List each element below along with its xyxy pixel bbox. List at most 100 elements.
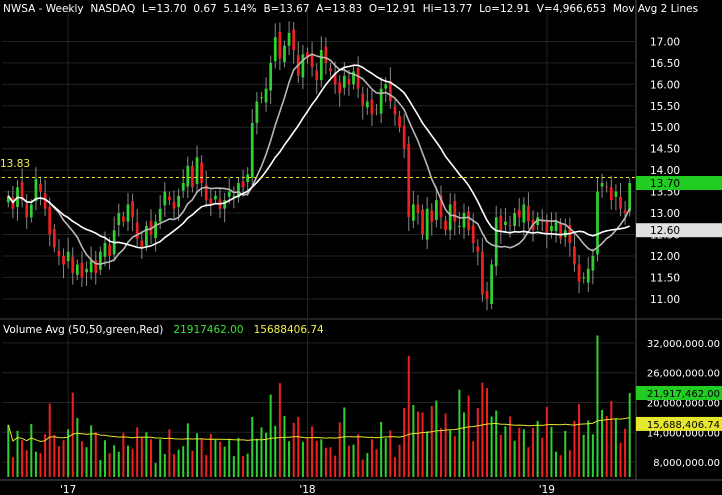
volume-bar bbox=[108, 453, 111, 477]
price-tick-label: 17.00 bbox=[650, 36, 680, 48]
candle-body bbox=[402, 125, 406, 149]
volume-bar bbox=[260, 427, 263, 477]
candle-body bbox=[600, 183, 604, 187]
volume-bar bbox=[555, 451, 558, 477]
candle-body bbox=[121, 216, 125, 222]
candle-body bbox=[559, 223, 563, 239]
volume-bar bbox=[532, 427, 535, 477]
volume-bar bbox=[48, 403, 51, 477]
volume-bar bbox=[311, 426, 314, 477]
volume-bar bbox=[596, 335, 599, 477]
candle-body bbox=[605, 186, 609, 188]
candle-body bbox=[591, 255, 595, 271]
candle-body bbox=[25, 203, 29, 218]
volume-bar bbox=[292, 422, 295, 477]
candle-body bbox=[214, 195, 217, 200]
volume-bar bbox=[573, 420, 576, 477]
volume-bar bbox=[117, 451, 120, 477]
candle-body bbox=[135, 222, 139, 239]
candle-body bbox=[467, 211, 470, 231]
volume-bar bbox=[426, 431, 429, 477]
candle-body bbox=[342, 75, 346, 88]
volume-bar bbox=[536, 420, 539, 477]
candle-body bbox=[338, 82, 342, 93]
candle-body bbox=[481, 251, 484, 295]
volume-bar bbox=[522, 429, 525, 477]
candle-body bbox=[43, 193, 47, 209]
volume-bar bbox=[288, 441, 291, 477]
candle-body bbox=[255, 101, 259, 123]
candle-body bbox=[126, 204, 130, 222]
volume-bar bbox=[582, 434, 585, 477]
volume-bar bbox=[495, 410, 498, 477]
volume-bar bbox=[380, 421, 383, 477]
volume-bar bbox=[435, 400, 438, 477]
candle-body bbox=[554, 221, 558, 232]
volume-bar bbox=[246, 453, 249, 477]
high-price: Hi=13.77 bbox=[422, 3, 473, 15]
candle-body bbox=[411, 204, 415, 221]
volume-bar bbox=[306, 437, 309, 477]
volume-bar bbox=[504, 426, 507, 477]
volume-bar bbox=[209, 433, 212, 477]
volume-bar bbox=[568, 450, 571, 477]
volume-bar bbox=[610, 401, 613, 477]
volume-bar bbox=[403, 407, 406, 477]
volume-bar bbox=[352, 444, 355, 477]
volume-bar bbox=[76, 417, 79, 477]
volume-avg-tag-text: 21,917,462.00 bbox=[647, 389, 720, 400]
candle-body bbox=[425, 208, 429, 240]
candle-body bbox=[384, 84, 388, 89]
volume-bar bbox=[85, 447, 88, 477]
price-tick-label: 14.00 bbox=[650, 165, 680, 177]
exchange-label: NASDAQ bbox=[90, 3, 136, 15]
time-tick-label: '17 bbox=[60, 484, 76, 495]
volume-bar bbox=[149, 439, 152, 477]
volume-bar bbox=[462, 412, 465, 477]
volume-bar bbox=[444, 413, 447, 477]
volume-bar bbox=[57, 446, 60, 477]
volume-bar bbox=[614, 418, 617, 477]
volume-tick-label: 8,000,000.00 bbox=[653, 458, 720, 469]
volume-bar bbox=[154, 463, 157, 477]
candle-body bbox=[34, 178, 38, 202]
candle-body bbox=[379, 88, 383, 114]
candle-body bbox=[356, 68, 360, 89]
candle-body bbox=[287, 32, 291, 46]
candle-body bbox=[485, 291, 489, 299]
candle-body bbox=[177, 195, 180, 208]
candle-body bbox=[52, 229, 56, 248]
volume-bar bbox=[62, 440, 65, 477]
price-tick-label: 16.00 bbox=[650, 79, 680, 91]
volume-bar bbox=[398, 444, 401, 477]
volume-avg-tag: 21,917,462.00 bbox=[636, 385, 722, 400]
time-tick-label: '18 bbox=[299, 484, 315, 495]
candle-body bbox=[476, 246, 480, 252]
candle-body bbox=[504, 221, 507, 226]
volume-bar bbox=[449, 430, 452, 477]
volume-bar bbox=[393, 457, 396, 477]
candle-body bbox=[586, 268, 590, 283]
candle-body bbox=[158, 208, 162, 222]
volume-bar bbox=[237, 437, 240, 477]
volume-bar bbox=[278, 383, 281, 477]
candle-body bbox=[490, 264, 493, 304]
candle-body bbox=[462, 213, 466, 228]
volume-bar bbox=[412, 405, 415, 477]
candle-body bbox=[163, 191, 167, 206]
volume-bar bbox=[214, 439, 217, 477]
volume-bar bbox=[527, 447, 530, 477]
candle-body bbox=[39, 183, 42, 192]
volume-bar bbox=[255, 438, 258, 477]
candle-body bbox=[375, 109, 378, 111]
candle-body bbox=[596, 191, 599, 255]
volume-bar bbox=[297, 416, 300, 477]
price-tick-label: 15.50 bbox=[650, 101, 680, 113]
volume-bar bbox=[242, 456, 245, 477]
moving-average-tag: 12.60 bbox=[636, 223, 722, 238]
candle-body bbox=[499, 215, 503, 231]
candle-body bbox=[186, 165, 190, 187]
volume-bar bbox=[219, 441, 222, 477]
candle-body bbox=[191, 165, 194, 188]
volume-bar bbox=[99, 460, 102, 477]
